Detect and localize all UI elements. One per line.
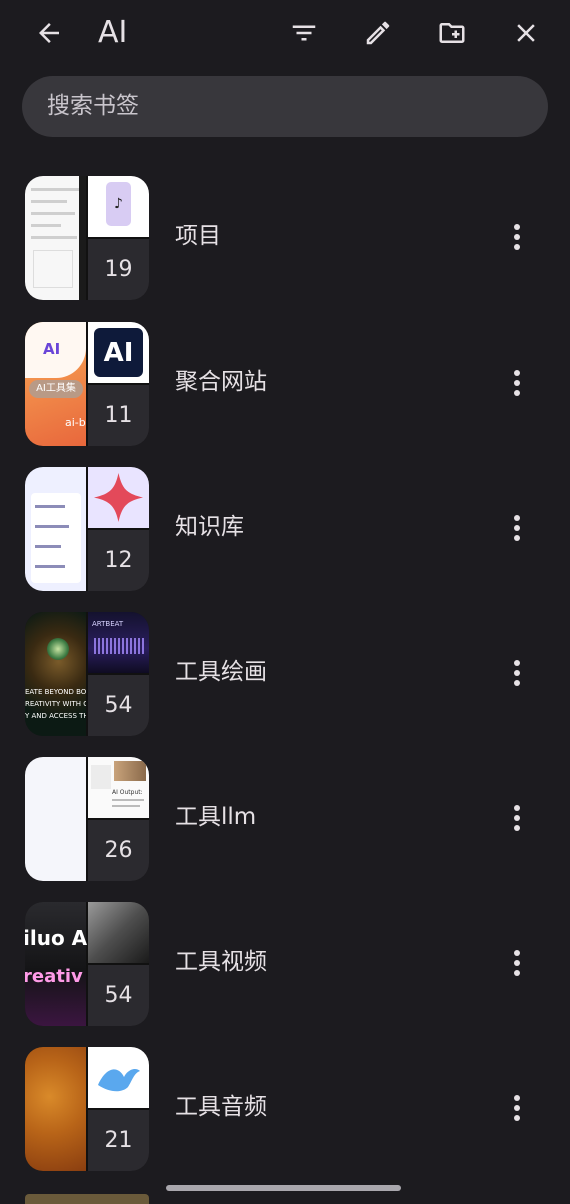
folder-thumbnail: AI AI工具集 ai-b AI 11	[25, 322, 149, 446]
folder-thumbnail: AI Output: 26	[25, 757, 149, 881]
search-input[interactable]: 搜索书签	[22, 76, 548, 137]
folder-name: 工具视频	[175, 949, 267, 975]
folder-item[interactable]: 12 知识库	[0, 467, 570, 591]
more-options-button[interactable]	[503, 366, 531, 400]
folder-name: 知识库	[175, 514, 244, 540]
new-folder-icon	[439, 23, 465, 43]
more-vert-icon	[514, 950, 520, 956]
thumbnail-preview: AI Output:	[88, 757, 149, 818]
edit-pencil-icon	[366, 21, 390, 45]
thumbnail-preview: EATE BEYOND BOUND REATIVITY WITH OUR Y A…	[25, 612, 86, 736]
folder-name: 项目	[175, 223, 221, 249]
new-folder-button[interactable]	[431, 12, 473, 54]
back-button[interactable]	[28, 12, 70, 54]
filter-icon	[292, 25, 316, 41]
thumbnail-preview	[25, 176, 86, 300]
thumbnail-preview: AI AI工具集 ai-b	[25, 322, 86, 446]
folder-item[interactable]: iluo A reativ 54 工具视频	[0, 902, 570, 1026]
more-vert-icon	[514, 1095, 520, 1101]
thumbnail-preview: ♪	[88, 176, 149, 237]
folder-item[interactable]: 21 工具音频	[0, 1047, 570, 1171]
thumbnail-preview	[25, 1047, 86, 1171]
next-folder-thumbnail	[25, 1194, 149, 1204]
bookmark-count: 19	[88, 239, 149, 300]
more-vert-icon	[514, 515, 520, 521]
folder-thumbnail: 12	[25, 467, 149, 591]
thumbnail-preview	[25, 757, 86, 881]
more-options-button[interactable]	[503, 801, 531, 835]
more-options-button[interactable]	[503, 946, 531, 980]
close-button[interactable]	[505, 12, 547, 54]
more-options-button[interactable]	[503, 1091, 531, 1125]
folder-name: 工具绘画	[175, 659, 267, 685]
more-vert-icon	[514, 805, 520, 811]
thumbnail-preview	[88, 902, 149, 963]
top-app-bar: AI	[0, 0, 570, 66]
edit-button[interactable]	[357, 12, 399, 54]
more-options-button[interactable]	[503, 511, 531, 545]
folder-thumbnail: EATE BEYOND BOUND REATIVITY WITH OUR Y A…	[25, 612, 149, 736]
folder-thumbnail: ♪ 19	[25, 176, 149, 300]
bookmark-count: 54	[88, 675, 149, 736]
thumbnail-preview	[25, 467, 86, 591]
bookmark-count: 21	[88, 1110, 149, 1171]
bookmark-count: 54	[88, 965, 149, 1026]
sort-filter-button[interactable]	[283, 12, 325, 54]
more-vert-icon	[514, 370, 520, 376]
more-options-button[interactable]	[503, 656, 531, 690]
page-title: AI	[98, 15, 128, 50]
thumbnail-preview	[88, 1047, 149, 1108]
folder-thumbnail: iluo A reativ 54	[25, 902, 149, 1026]
folder-name: 聚合网站	[175, 369, 267, 395]
bookmark-count: 26	[88, 820, 149, 881]
folder-item[interactable]: AI Output: 26 工具llm	[0, 757, 570, 881]
search-placeholder: 搜索书签	[47, 93, 139, 119]
folder-item[interactable]: ♪ 19 项目	[0, 176, 570, 300]
close-icon	[517, 24, 535, 42]
thumbnail-preview: ARTBEAT	[88, 612, 149, 673]
thumbnail-preview	[88, 467, 149, 528]
thumbnail-preview: AI	[88, 322, 149, 383]
bookmark-count: 11	[88, 385, 149, 446]
folder-item[interactable]: EATE BEYOND BOUND REATIVITY WITH OUR Y A…	[0, 612, 570, 736]
thumbnail-preview: iluo A reativ	[25, 902, 87, 1026]
bookmark-count: 12	[88, 530, 149, 591]
back-arrow-icon	[39, 23, 59, 43]
folder-item[interactable]: AI AI工具集 ai-b AI 11 聚合网站	[0, 322, 570, 446]
folder-thumbnail: 21	[25, 1047, 149, 1171]
home-indicator[interactable]	[166, 1185, 401, 1191]
folder-name: 工具llm	[175, 804, 257, 830]
folder-name: 工具音频	[175, 1094, 267, 1120]
more-options-button[interactable]	[503, 220, 531, 254]
more-vert-icon	[514, 224, 520, 230]
more-vert-icon	[514, 660, 520, 666]
